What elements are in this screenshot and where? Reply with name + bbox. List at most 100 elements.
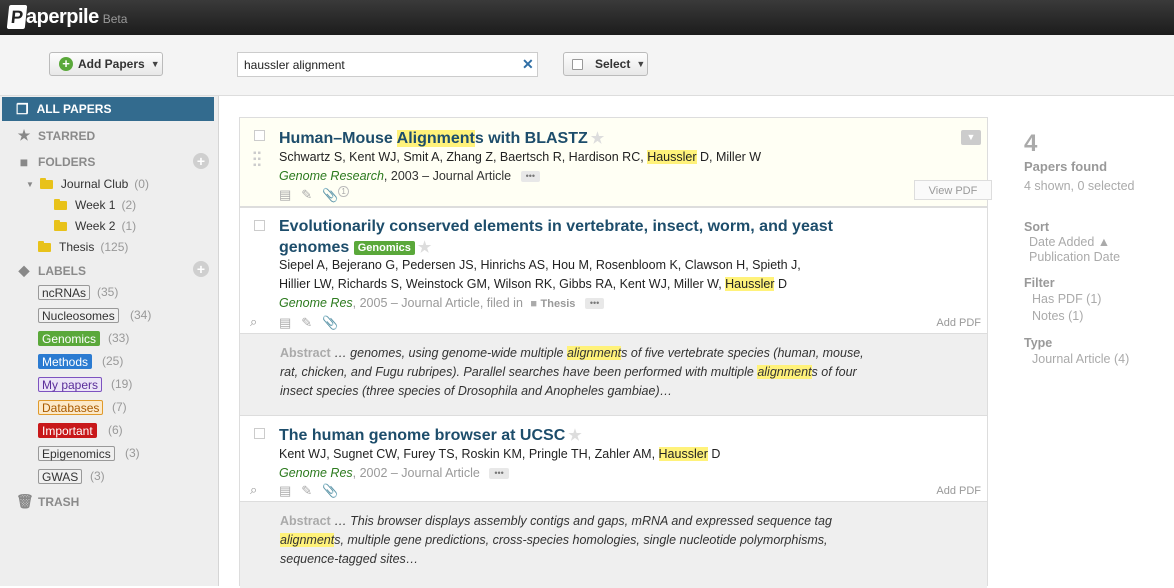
label-count: (25) xyxy=(102,354,124,368)
label-count: (19) xyxy=(111,377,133,391)
drag-handle-icon[interactable]: ▪▪ ▪▪ ▪▪ xyxy=(253,149,262,171)
notes-icon[interactable]: ▤ xyxy=(279,315,291,331)
tag-icon: ◆ xyxy=(18,262,30,278)
paper-menu-dropdown-icon[interactable]: ▼ xyxy=(961,130,981,145)
abstract-text-fragment: s, multiple gene predictions, cross-spec… xyxy=(334,533,828,547)
attachment-icon[interactable]: 📎 1 xyxy=(322,186,349,203)
clear-search-icon[interactable]: ✕ xyxy=(522,56,534,72)
sidebar-item-label: ALL PAPERS xyxy=(36,102,112,116)
paper-checkbox[interactable] xyxy=(254,220,265,231)
abstract-text-fragment: … genomes, using genome-wide multiple xyxy=(330,346,567,360)
sidebar-item-all-papers[interactable]: ❐ ALL PAPERS xyxy=(2,97,214,121)
app-header: P aperpile Beta xyxy=(0,0,1174,35)
add-pdf-button[interactable]: Add PDF xyxy=(936,485,981,497)
label-databases[interactable]: Databases xyxy=(38,400,104,415)
abstract-label: Abstract xyxy=(280,346,331,360)
more-dots-button[interactable]: ••• xyxy=(489,468,509,480)
folder-thesis[interactable]: Thesis (125) xyxy=(38,240,128,254)
edit-pencil-icon[interactable]: ✎ xyxy=(301,187,312,203)
notes-icon[interactable]: ▤ xyxy=(279,483,291,499)
paper-actions: ▤ ✎ 📎 xyxy=(279,315,348,331)
filter-has-pdf[interactable]: Has PDF (1) xyxy=(1032,292,1101,306)
notes-icon[interactable]: ▤ xyxy=(279,187,291,203)
documents-icon: ❐ xyxy=(16,100,29,117)
add-label-icon[interactable]: + xyxy=(193,261,209,277)
authors-text: Kent WJ, Sugnet CW, Furey TS, Roskin KM,… xyxy=(279,447,659,461)
folder-count: (2) xyxy=(121,198,137,212)
label-count: (3) xyxy=(125,446,140,460)
author-highlight: Haussler xyxy=(725,277,775,291)
paper-checkbox[interactable] xyxy=(254,428,265,439)
paper-title[interactable]: Evolutionarily conserved elements in ver… xyxy=(279,218,833,236)
select-button[interactable]: Select ▼ xyxy=(563,52,648,76)
caret-down-icon: ▼ xyxy=(636,59,646,69)
folder-name: Week 2 xyxy=(75,219,116,233)
folder-icon: ■ xyxy=(530,298,538,310)
label-count: (6) xyxy=(108,423,123,437)
paper-title-line2[interactable]: genomes Genomics ★ xyxy=(279,238,431,257)
sidebar-item-label: FOLDERS xyxy=(38,155,96,169)
paper-list: ▪▪ ▪▪ ▪▪ Human–Mouse Alignments with BLAST… xyxy=(219,96,1009,588)
folder-week-2[interactable]: Week 2 (1) xyxy=(54,219,136,233)
star-icon[interactable]: ★ xyxy=(568,427,581,444)
year-type: , 2005 – Journal Article, filed in xyxy=(352,296,523,310)
paper-abstract: Abstract … genomes, using genome-wide mu… xyxy=(240,333,987,416)
add-folder-icon[interactable]: + xyxy=(193,153,209,169)
year-type: , 2003 – Journal Article xyxy=(383,169,512,183)
paper-checkbox[interactable] xyxy=(254,130,265,141)
attachment-icon[interactable]: 📎 xyxy=(322,315,338,331)
more-dots-button[interactable]: ••• xyxy=(520,171,541,183)
paper-title[interactable]: The human genome browser at UCSC ★ xyxy=(279,426,582,445)
edit-pencil-icon[interactable]: ✎ xyxy=(301,483,312,499)
label-gwas[interactable]: GWAS xyxy=(38,469,83,484)
edit-pencil-icon[interactable]: ✎ xyxy=(301,315,312,331)
add-papers-label: Add Papers xyxy=(78,57,145,71)
folder-name: Thesis xyxy=(59,240,95,254)
label-epigenomics[interactable]: Epigenomics xyxy=(38,446,115,461)
attachment-icon[interactable]: 📎 xyxy=(322,483,338,499)
sidebar-item-folders[interactable]: ■ FOLDERS xyxy=(16,154,96,170)
view-pdf-button[interactable]: View PDF xyxy=(914,180,992,200)
label-genomics[interactable]: Genomics xyxy=(38,331,101,346)
sidebar-item-trash[interactable]: 🗑 TRASH xyxy=(16,493,79,510)
folder-icon xyxy=(54,198,67,210)
sort-date-added[interactable]: Date Added ▲ xyxy=(1029,235,1110,249)
attachment-count: 1 xyxy=(338,186,349,197)
label-my-papers[interactable]: My papers xyxy=(38,377,103,392)
paper-card[interactable]: ▪▪ ▪▪ ▪▪ Human–Mouse Alignments with BLAST… xyxy=(239,117,992,207)
genomics-tag[interactable]: Genomics xyxy=(353,240,415,255)
sidebar-item-labels[interactable]: ◆ LABELS xyxy=(16,262,86,279)
logo-mark: P xyxy=(6,5,28,29)
abstract-highlight: alignment xyxy=(757,365,812,379)
label-nucleosomes[interactable]: Nucleosomes xyxy=(38,308,119,323)
folder-count: (125) xyxy=(100,240,129,254)
caret-down-icon: ▼ xyxy=(150,59,160,69)
abstract-text-fragment: insect species (three species of Drosoph… xyxy=(280,384,673,398)
paper-title[interactable]: Human–Mouse Alignments with BLASTZ ★ xyxy=(279,129,604,148)
filter-notes[interactable]: Notes (1) xyxy=(1032,309,1083,323)
type-journal-article[interactable]: Journal Article (4) xyxy=(1032,352,1129,366)
add-pdf-button[interactable]: Add PDF xyxy=(936,317,981,329)
label-ncrnas[interactable]: ncRNAs xyxy=(38,285,91,300)
star-icon[interactable]: ★ xyxy=(418,239,431,256)
label-methods[interactable]: Methods xyxy=(38,354,93,369)
star-icon[interactable]: ★ xyxy=(591,130,604,147)
add-papers-button[interactable]: + Add Papers ▼ xyxy=(49,52,163,76)
paper-card[interactable]: The human genome browser at UCSC ★ Kent W… xyxy=(239,415,988,588)
paper-card[interactable]: Evolutionarily conserved elements in ver… xyxy=(239,207,988,416)
folder-week-1[interactable]: Week 1 (2) xyxy=(54,198,136,212)
search-icon[interactable]: ⌕ xyxy=(250,314,257,330)
title-text: genomes xyxy=(279,239,350,256)
beta-badge: Beta xyxy=(102,12,128,26)
search-input[interactable] xyxy=(237,52,538,77)
search-icon[interactable]: ⌕ xyxy=(250,482,257,498)
sort-publication-date[interactable]: Publication Date xyxy=(1029,250,1120,264)
paper-abstract: Abstract … This browser displays assembl… xyxy=(240,501,987,588)
folder-journal-club[interactable]: ▼ Journal Club (0) xyxy=(26,177,149,191)
sidebar-item-starred[interactable]: ★ STARRED xyxy=(16,127,95,144)
filed-folder-name[interactable]: Thesis xyxy=(541,298,576,310)
more-dots-button[interactable]: ••• xyxy=(584,298,605,310)
expand-triangle-icon[interactable]: ▼ xyxy=(26,180,34,189)
label-important[interactable]: Important xyxy=(38,423,97,438)
paperpile-logo[interactable]: P aperpile Beta xyxy=(6,5,128,29)
